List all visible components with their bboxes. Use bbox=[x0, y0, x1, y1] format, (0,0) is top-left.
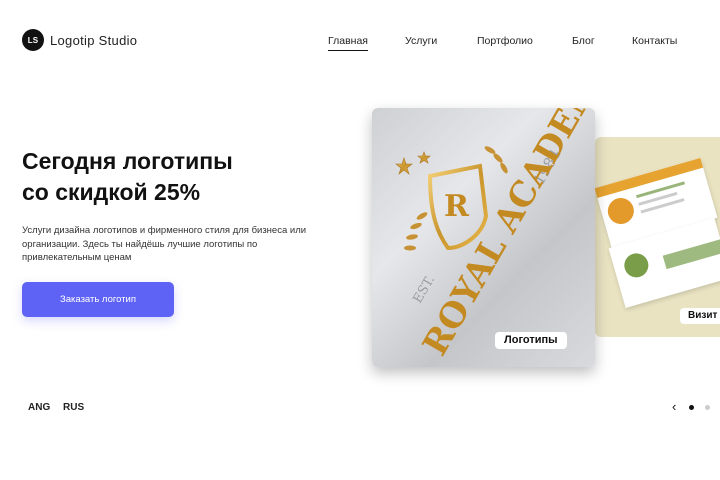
hero-title: Сегодня логотипы со скидкой 25% bbox=[22, 146, 342, 208]
tree-icon bbox=[604, 194, 637, 228]
slider-controls: ‹ bbox=[670, 400, 720, 414]
slider-dot-2[interactable] bbox=[705, 405, 710, 410]
nav-item-services[interactable]: Услуги bbox=[405, 35, 437, 47]
card-label-logos: Логотипы bbox=[495, 332, 567, 349]
nav-item-contacts[interactable]: Контакты bbox=[632, 35, 677, 47]
emblem-letter: R bbox=[444, 189, 470, 224]
portfolio-card-business-cards[interactable]: Визит bbox=[595, 137, 720, 337]
card-label-business-cards: Визит bbox=[680, 308, 720, 324]
emblem-est: EST. bbox=[410, 273, 438, 306]
hero-description: Услуги дизайна логотипов и фирменного ст… bbox=[22, 225, 307, 263]
lang-option-ang[interactable]: ANG bbox=[28, 402, 50, 413]
lang-option-rus[interactable]: RUS bbox=[63, 402, 84, 413]
hero-title-line-2: со скидкой 25% bbox=[22, 179, 201, 205]
chevron-left-icon[interactable]: ‹ bbox=[672, 400, 676, 414]
portfolio-card-logos[interactable]: R 1984 EST. ROYAL ACADEMY OF FINE Логоти… bbox=[372, 108, 595, 367]
header: LS Logotip Studio Главная Услуги Портфол… bbox=[0, 0, 720, 80]
nav-item-blog[interactable]: Блог bbox=[572, 35, 595, 47]
hero-title-line-1: Сегодня логотипы bbox=[22, 148, 233, 174]
nav-item-home[interactable]: Главная bbox=[328, 35, 368, 51]
main-nav: Главная Услуги Портфолио Блог Контакты bbox=[0, 35, 720, 51]
slider-dot-1[interactable] bbox=[689, 405, 694, 410]
nav-item-portfolio[interactable]: Портфолио bbox=[477, 35, 533, 47]
tree-icon-2 bbox=[621, 250, 652, 281]
order-logo-button[interactable]: Заказать логотип bbox=[22, 282, 174, 317]
gold-emblem-image: R 1984 EST. ROYAL ACADEMY OF FINE bbox=[395, 108, 595, 363]
